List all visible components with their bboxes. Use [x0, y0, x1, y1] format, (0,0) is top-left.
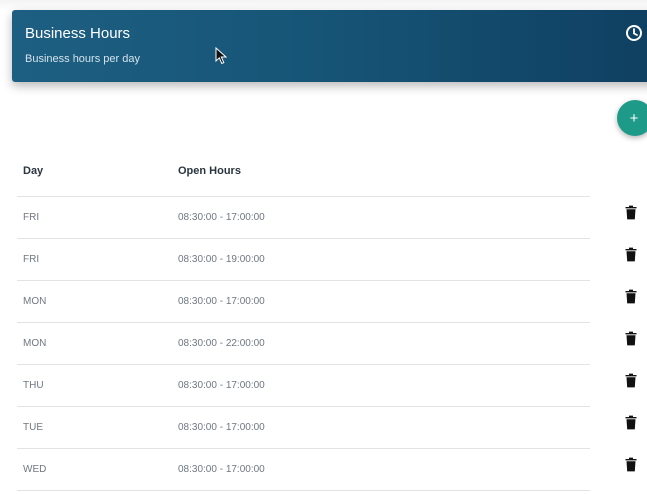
cell-open-hours: 08:30:00 - 17:00:00 — [178, 296, 265, 307]
table-header: Day Open Hours — [17, 150, 590, 197]
cell-open-hours: 08:30:00 - 17:00:00 — [178, 422, 265, 433]
cell-day: WED — [23, 464, 47, 475]
delete-row-button[interactable] — [625, 415, 637, 430]
cell-day: FRI — [23, 212, 40, 223]
table-row: TUE 08:30:00 - 17:00:00 — [17, 407, 590, 449]
business-hours-table: Day Open Hours FRI 08:30:00 - 17:00:00 FRI… — [17, 150, 590, 491]
delete-row-button[interactable] — [625, 289, 637, 304]
delete-row-button[interactable] — [625, 205, 637, 220]
table-row: MON 08:30:00 - 17:00:00 — [17, 281, 590, 323]
table-body: FRI 08:30:00 - 17:00:00 FRI 08:30:00 - 19:0… — [17, 197, 590, 491]
header-card: Business Hours Business hours per day — [12, 10, 647, 82]
table-row: THU 08:30:00 - 17:00:00 — [17, 365, 590, 407]
page-title: Business Hours — [25, 25, 131, 42]
table-row: FRI 08:30:00 - 19:00:00 — [17, 239, 590, 281]
add-button-label: + — [629, 109, 639, 127]
add-business-hours-button[interactable]: + — [617, 100, 647, 136]
mouse-cursor-icon — [215, 47, 227, 65]
column-header-day: Day — [23, 165, 44, 177]
delete-row-button[interactable] — [625, 247, 637, 262]
top-strip — [0, 0, 647, 10]
cell-day: MON — [23, 338, 47, 349]
delete-row-button[interactable] — [625, 457, 637, 472]
table-row: MON 08:30:00 - 22:00:00 — [17, 323, 590, 365]
column-header-open-hours: Open Hours — [178, 165, 241, 177]
cell-open-hours: 08:30:00 - 22:00:00 — [178, 338, 265, 349]
cell-day: TUE — [23, 422, 43, 433]
cell-open-hours: 08:30:00 - 19:00:00 — [178, 254, 265, 265]
delete-row-button[interactable] — [625, 373, 637, 388]
cell-open-hours: 08:30:00 - 17:00:00 — [178, 212, 265, 223]
clock-icon[interactable] — [625, 24, 643, 42]
page-subtitle: Business hours per day — [25, 53, 140, 65]
table-row: FRI 08:30:00 - 17:00:00 — [17, 197, 590, 239]
cell-open-hours: 08:30:00 - 17:00:00 — [178, 380, 265, 391]
cell-day: FRI — [23, 254, 40, 265]
cell-open-hours: 08:30:00 - 17:00:00 — [178, 464, 265, 475]
business-hours-page: Business Hours Business hours per day + … — [0, 0, 647, 494]
cell-day: MON — [23, 296, 47, 307]
cell-day: THU — [23, 380, 44, 391]
delete-row-button[interactable] — [625, 331, 637, 346]
table-row: WED 08:30:00 - 17:00:00 — [17, 449, 590, 491]
